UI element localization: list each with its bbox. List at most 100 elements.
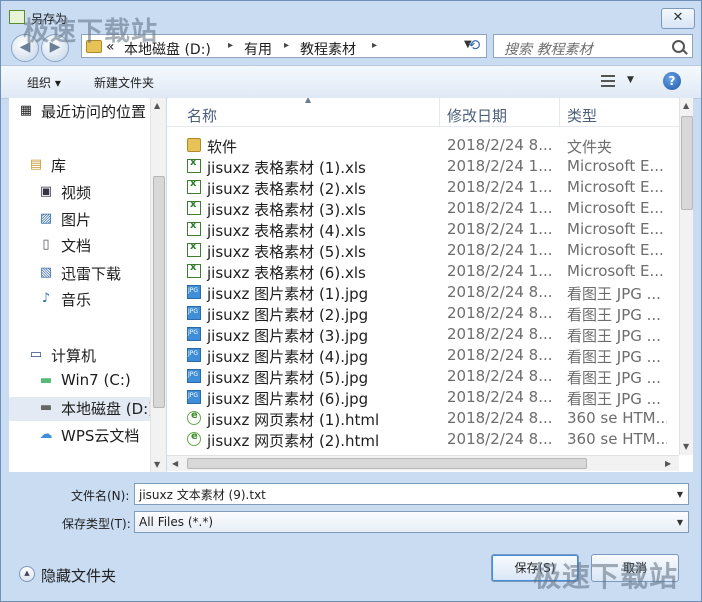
breadcrumb-jiaocheng[interactable]: 教程素材: [300, 39, 356, 59]
file-name: jisuxz 表格素材 (6).xls: [207, 264, 366, 282]
sidebar-item-wps-cloud[interactable]: ☁ WPS云文档: [39, 424, 154, 448]
file-date: 2018/2/24 8...: [447, 409, 552, 427]
file-name: jisuxz 网页素材 (1).html: [207, 411, 380, 429]
file-row[interactable]: jisuxz 图片素材 (5).jpg 2018/2/24 8... 看图王 J…: [167, 366, 679, 387]
file-date: 2018/2/24 8...: [447, 388, 552, 406]
scroll-up-icon[interactable]: ▲: [683, 101, 689, 110]
sidebar-item-pictures[interactable]: ▨ 图片: [39, 208, 149, 232]
file-row[interactable]: jisuxz 表格素材 (5).xls 2018/2/24 1... Micro…: [167, 240, 679, 261]
file-row[interactable]: jisuxz 图片素材 (3).jpg 2018/2/24 8... 看图王 J…: [167, 324, 679, 345]
filetype-select[interactable]: All Files (*.*) ▼: [134, 511, 689, 533]
sidebar-item-documents[interactable]: ▯ 文档: [39, 234, 149, 258]
file-name: jisuxz 图片素材 (5).jpg: [207, 369, 369, 387]
file-name: jisuxz 图片素材 (2).jpg: [207, 306, 369, 324]
sidebar-item-library[interactable]: ▤ 库: [29, 154, 149, 178]
sidebar-item-computer[interactable]: ▭ 计算机: [29, 344, 149, 368]
watermark-logo: 极速下载站: [23, 17, 159, 47]
sidebar-item-music[interactable]: ♪ 音乐: [39, 288, 149, 312]
filetype-value: All Files (*.*): [139, 515, 214, 529]
file-type: 看图王 JPG ...: [567, 369, 661, 387]
column-header-date[interactable]: 修改日期: [447, 105, 507, 126]
file-row[interactable]: jisuxz 图片素材 (6).jpg 2018/2/24 8... 看图王 J…: [167, 387, 679, 408]
excel-file-icon: [187, 199, 201, 215]
sidebar-item-drive-c[interactable]: ▬ Win7 (C:): [39, 370, 149, 394]
file-type: Microsoft E...: [567, 262, 664, 280]
new-folder-button[interactable]: 新建文件夹: [94, 74, 154, 91]
file-type: Microsoft E...: [567, 157, 664, 175]
jpg-file-icon: [187, 285, 201, 299]
close-button[interactable]: ✕: [661, 8, 695, 29]
file-date: 2018/2/24 8...: [447, 283, 552, 301]
sort-ascending-icon: ▲: [305, 98, 312, 104]
refresh-button[interactable]: ⟲: [463, 34, 485, 56]
file-list-vertical-scrollbar[interactable]: ▲ ▼: [679, 98, 693, 455]
breadcrumb-separator-icon[interactable]: ▸: [284, 40, 289, 51]
scroll-left-icon[interactable]: ◀: [172, 459, 178, 468]
breadcrumb-separator-icon[interactable]: ▸: [228, 40, 233, 51]
pictures-icon: ▨: [39, 211, 53, 226]
help-button[interactable]: ?: [663, 72, 681, 90]
file-list-horizontal-scrollbar[interactable]: ◀ ▶: [167, 455, 679, 471]
file-date: 2018/2/24 8...: [447, 136, 552, 154]
sidebar-item-label: 图片: [61, 211, 92, 229]
search-icon[interactable]: [672, 40, 685, 53]
video-icon: ▣: [39, 184, 53, 199]
file-type: Microsoft E...: [567, 241, 664, 259]
column-header-name[interactable]: 名称: [187, 105, 217, 126]
scroll-right-icon[interactable]: ▶: [665, 459, 671, 468]
sidebar-item-xunlei-download[interactable]: ▧ 迅雷下载: [39, 262, 154, 286]
filename-history-dropdown-icon[interactable]: ▼: [677, 490, 683, 499]
excel-file-icon: [187, 220, 201, 236]
file-row[interactable]: jisuxz 图片素材 (4).jpg 2018/2/24 8... 看图王 J…: [167, 345, 679, 366]
jpg-file-icon: [187, 306, 201, 320]
search-input[interactable]: 搜索 教程素材: [493, 34, 693, 58]
file-date: 2018/2/24 8...: [447, 325, 552, 343]
filetype-label: 保存类型(T):: [62, 517, 131, 531]
scrollbar-thumb[interactable]: [681, 116, 693, 210]
file-date: 2018/2/24 1...: [447, 178, 552, 196]
chevron-down-icon[interactable]: ▼: [677, 518, 683, 527]
sidebar-item-label: 文档: [61, 237, 92, 255]
sidebar-item-label: 计算机: [51, 347, 97, 365]
file-row[interactable]: jisuxz 图片素材 (2).jpg 2018/2/24 8... 看图王 J…: [167, 303, 679, 324]
view-options-icon[interactable]: [601, 75, 615, 87]
sidebar-item-recent[interactable]: ▦ 最近访问的位置: [19, 100, 159, 124]
scrollbar-thumb[interactable]: [153, 176, 165, 408]
column-header-type[interactable]: 类型: [567, 105, 597, 126]
file-row[interactable]: jisuxz 图片素材 (1).jpg 2018/2/24 8... 看图王 J…: [167, 282, 679, 303]
file-row[interactable]: jisuxz 表格素材 (1).xls 2018/2/24 1... Micro…: [167, 156, 679, 177]
file-row[interactable]: jisuxz 网页素材 (1).html 2018/2/24 8... 360 …: [167, 408, 679, 429]
column-divider[interactable]: [559, 98, 560, 126]
file-row[interactable]: jisuxz 网页素材 (2).html 2018/2/24 8... 360 …: [167, 429, 679, 450]
file-type: 文件夹: [567, 138, 613, 156]
file-row[interactable]: jisuxz 表格素材 (3).xls 2018/2/24 1... Micro…: [167, 198, 679, 219]
navigation-scrollbar[interactable]: ▲ ▼: [150, 98, 166, 472]
sidebar-item-label: 视频: [61, 184, 92, 202]
file-row[interactable]: jisuxz 表格素材 (4).xls 2018/2/24 1... Micro…: [167, 219, 679, 240]
column-divider[interactable]: [439, 98, 440, 126]
breadcrumb-youyong[interactable]: 有用: [244, 39, 272, 59]
file-type: Microsoft E...: [567, 220, 664, 238]
file-list: ▲ 名称 修改日期 类型 软件 2018/2/24 8... 文件夹 jisux…: [167, 98, 693, 472]
sidebar-item-drive-d[interactable]: ▬ 本地磁盘 (D:): [9, 397, 165, 421]
command-toolbar: 组织 ▾ 新建文件夹 ▼ ?: [1, 65, 701, 99]
file-row[interactable]: jisuxz 表格素材 (6).xls 2018/2/24 1... Micro…: [167, 261, 679, 282]
file-date: 2018/2/24 1...: [447, 262, 552, 280]
filename-input[interactable]: jisuxz 文本素材 (9).txt ▼: [134, 483, 689, 505]
scroll-up-icon[interactable]: ▲: [154, 101, 160, 110]
html-file-icon: [187, 410, 201, 425]
sidebar-item-video[interactable]: ▣ 视频: [39, 181, 149, 205]
organize-button[interactable]: 组织 ▾: [27, 74, 61, 91]
excel-file-icon: [187, 157, 201, 173]
file-row[interactable]: 软件 2018/2/24 8... 文件夹: [167, 135, 679, 156]
scrollbar-thumb[interactable]: [187, 458, 587, 469]
sidebar-item-label: 库: [51, 157, 67, 175]
file-type: 360 se HTM...: [567, 409, 667, 427]
breadcrumb-separator-icon[interactable]: ▸: [372, 40, 377, 51]
file-date: 2018/2/24 1...: [447, 199, 552, 217]
scroll-down-icon[interactable]: ▼: [683, 442, 689, 451]
view-dropdown-icon[interactable]: ▼: [627, 75, 634, 85]
file-row[interactable]: jisuxz 表格素材 (2).xls 2018/2/24 1... Micro…: [167, 177, 679, 198]
scroll-down-icon[interactable]: ▼: [154, 460, 160, 469]
file-name: 软件: [207, 138, 238, 156]
